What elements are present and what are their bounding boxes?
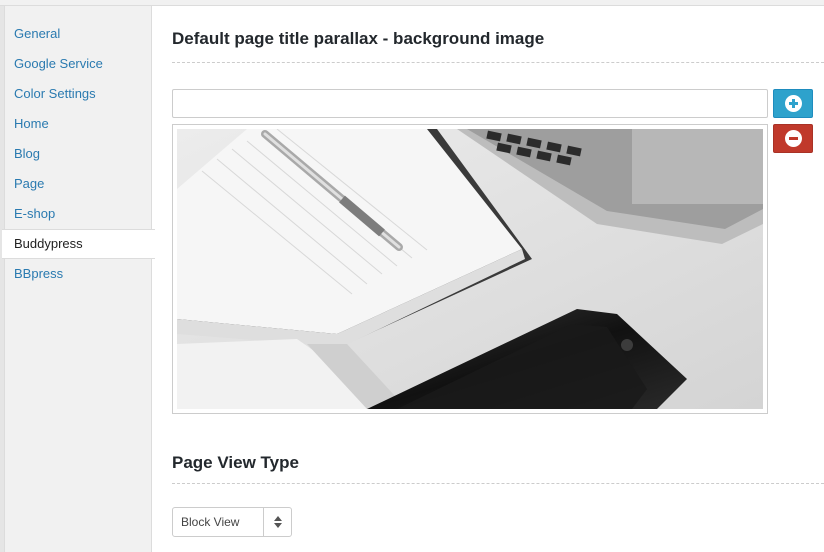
sidebar-item-home[interactable]: Home xyxy=(0,109,152,139)
minus-circle-icon xyxy=(784,130,802,147)
sidebar-item-blog[interactable]: Blog xyxy=(0,139,152,169)
sidebar-item-eshop[interactable]: E-shop xyxy=(0,199,152,229)
sidebar-item-general[interactable]: General xyxy=(0,19,152,49)
sidebar-nav: General Google Service Color Settings Ho… xyxy=(0,19,155,289)
settings-sidebar: General Google Service Color Settings Ho… xyxy=(0,6,155,552)
add-image-button[interactable] xyxy=(773,89,813,118)
section-title-view-type: Page View Type xyxy=(172,453,299,472)
section-divider-2 xyxy=(172,483,824,484)
sidebar-item-bbpress[interactable]: BBpress xyxy=(0,259,152,289)
background-image-url-input[interactable] xyxy=(172,89,768,118)
plus-circle-icon xyxy=(784,95,802,112)
sidebar-item-color-settings[interactable]: Color Settings xyxy=(0,79,152,109)
remove-image-button[interactable] xyxy=(773,124,813,153)
background-image-preview xyxy=(172,124,768,414)
section-title-background: Default page title parallax - background… xyxy=(172,29,545,48)
settings-main: Default page title parallax - background… xyxy=(172,6,824,537)
select-value: Block View xyxy=(181,515,240,529)
preview-image xyxy=(177,129,763,409)
view-type-section: Page View Type xyxy=(172,443,824,484)
sidebar-item-google-service[interactable]: Google Service xyxy=(0,49,152,79)
sidebar-item-page[interactable]: Page xyxy=(0,169,152,199)
page-view-type-select[interactable]: Block View xyxy=(172,507,292,537)
select-arrows-icon xyxy=(263,508,291,536)
sidebar-item-buddypress[interactable]: Buddypress xyxy=(2,229,155,259)
section-divider xyxy=(172,62,824,63)
